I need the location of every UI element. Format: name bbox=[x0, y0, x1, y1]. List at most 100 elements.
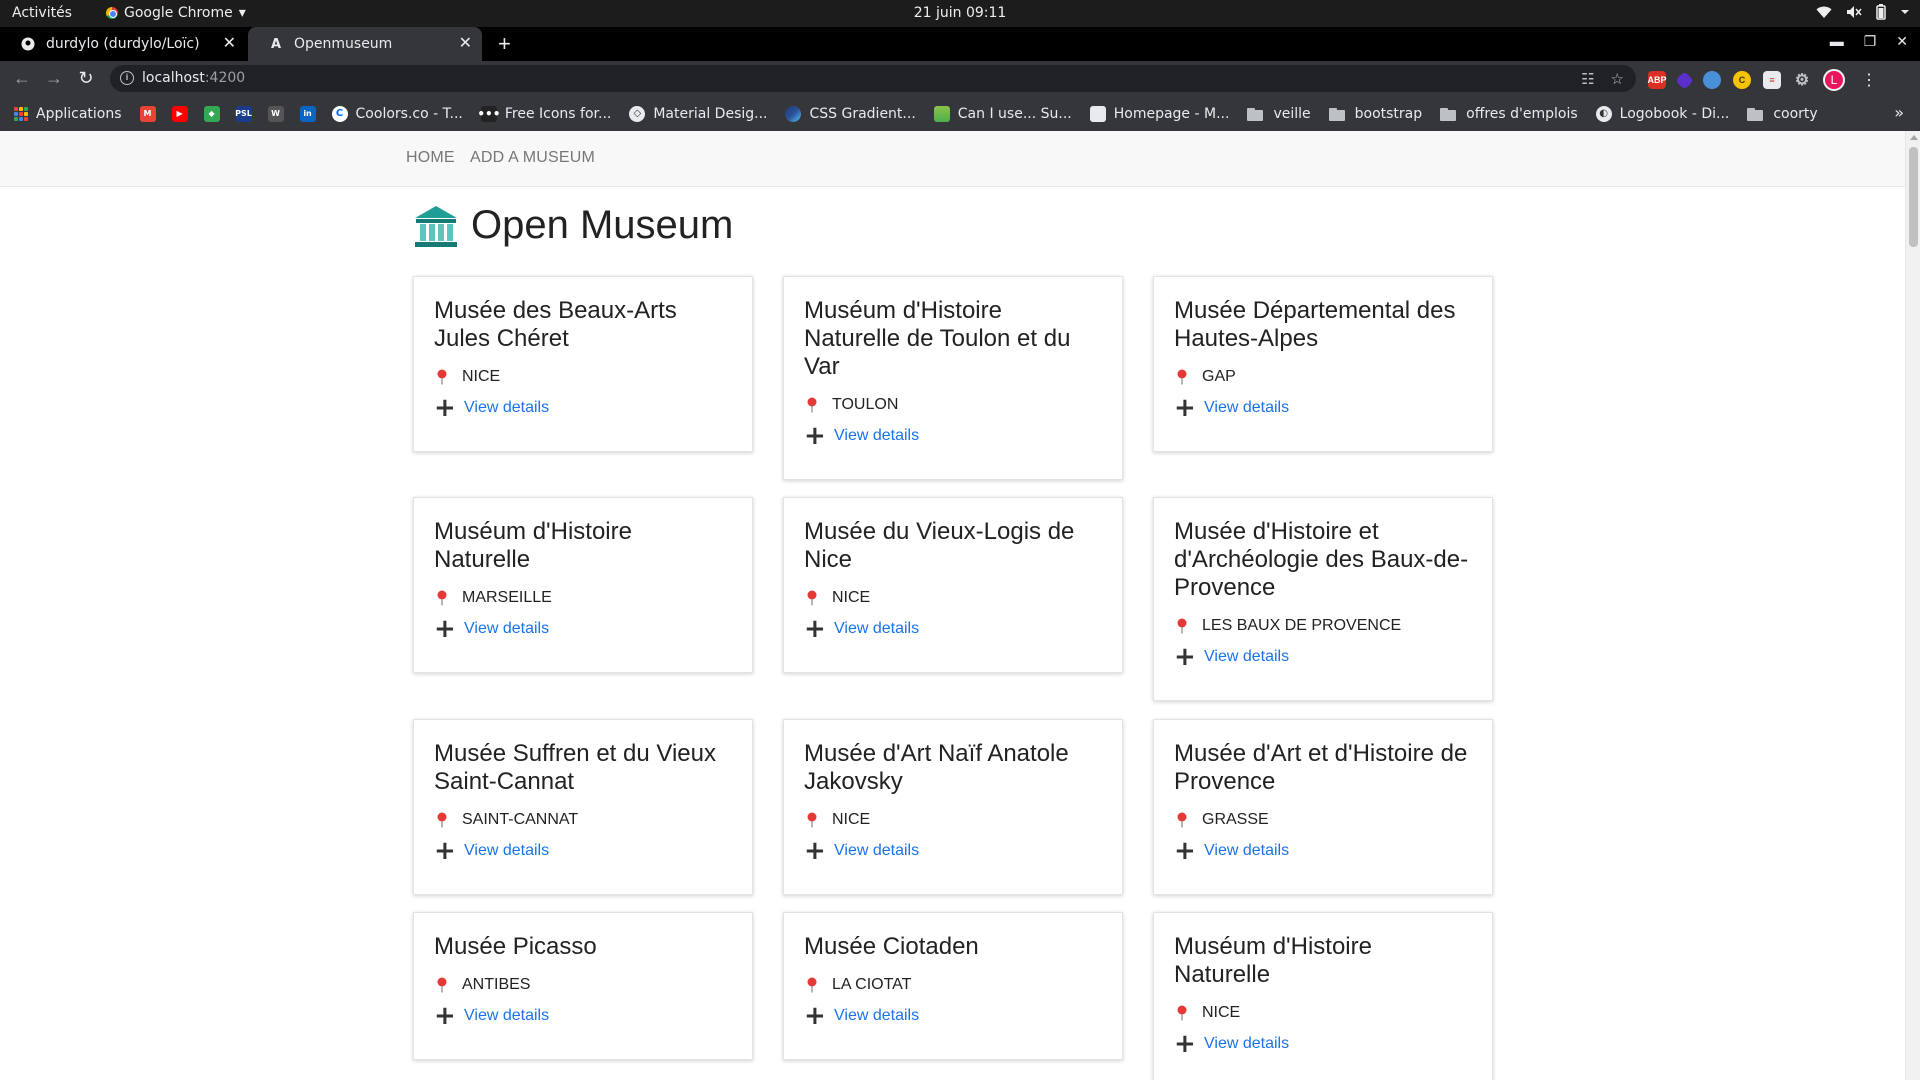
view-details-row: + View details bbox=[804, 616, 1102, 642]
css-gradient-icon bbox=[785, 105, 802, 122]
minimize-icon[interactable]: ▬ bbox=[1830, 33, 1844, 50]
scroll-up-arrow-icon[interactable] bbox=[1910, 135, 1918, 140]
tab-title: Openmuseum bbox=[294, 36, 393, 52]
w3-icon[interactable]: W bbox=[267, 105, 284, 122]
view-details-link[interactable]: View details bbox=[1204, 399, 1289, 417]
address-bar[interactable]: i localhost:4200 ☷ ☆ bbox=[110, 65, 1636, 92]
nav-home-link[interactable]: HOME bbox=[406, 149, 455, 167]
bookmark-coolors[interactable]: C Coolors.co - T... bbox=[331, 105, 463, 122]
museum-card: Muséum d'Histoire Naturelle de Toulon et… bbox=[783, 276, 1123, 480]
youtube-icon[interactable]: ▶ bbox=[171, 105, 188, 122]
bookmark-folder-coorty[interactable]: coorty bbox=[1747, 106, 1818, 122]
extension-diamond-icon[interactable] bbox=[1675, 70, 1694, 90]
wifi-icon bbox=[1816, 6, 1832, 18]
maps-icon[interactable]: ◆ bbox=[203, 105, 220, 122]
extensions-puzzle-icon[interactable]: ⚙ bbox=[1793, 71, 1811, 89]
profile-avatar[interactable]: L bbox=[1823, 69, 1845, 91]
close-tab-icon[interactable]: ✕ bbox=[459, 35, 472, 51]
plus-icon: + bbox=[1174, 1029, 1196, 1059]
translate-icon[interactable]: ☷ bbox=[1581, 70, 1594, 88]
tab-github[interactable]: durdylo (durdylo/Loïc) ✕ bbox=[0, 27, 246, 61]
close-window-icon[interactable]: ✕ bbox=[1896, 33, 1908, 50]
museum-city: SAINT-CANNAT bbox=[434, 811, 732, 829]
back-arrow-icon[interactable]: ← bbox=[12, 68, 32, 88]
bookmark-homepage[interactable]: Homepage - M... bbox=[1089, 105, 1229, 122]
view-details-link[interactable]: View details bbox=[1204, 842, 1289, 860]
view-details-link[interactable]: View details bbox=[834, 842, 919, 860]
bookmark-folder-offres[interactable]: offres d'emplois bbox=[1440, 106, 1578, 122]
reload-icon[interactable]: ↻ bbox=[76, 68, 96, 88]
location-pin-icon bbox=[1174, 369, 1190, 385]
bookmark-folder-bootstrap[interactable]: bootstrap bbox=[1328, 106, 1422, 122]
extension-c-icon[interactable]: C bbox=[1733, 71, 1751, 89]
view-details-link[interactable]: View details bbox=[464, 399, 549, 417]
museum-name: Muséum d'Histoire Naturelle de Toulon et… bbox=[804, 297, 1071, 380]
forward-arrow-icon[interactable]: → bbox=[44, 68, 64, 88]
bookmark-material-design[interactable]: ◇ Material Desig... bbox=[629, 105, 767, 122]
museum-city: NICE bbox=[1174, 1004, 1472, 1022]
tab-openmuseum[interactable]: A Openmuseum ✕ bbox=[248, 27, 482, 61]
folder-icon bbox=[1440, 107, 1458, 121]
location-pin-icon bbox=[1174, 618, 1190, 634]
view-details-link[interactable]: View details bbox=[464, 620, 549, 638]
museum-card: Musée Picasso ANTIBES + View details bbox=[413, 912, 753, 1060]
view-details-row: + View details bbox=[804, 1003, 1102, 1029]
volume-muted-icon bbox=[1847, 6, 1862, 18]
plus-icon: + bbox=[434, 1001, 456, 1031]
url-text[interactable]: localhost:4200 bbox=[142, 70, 245, 86]
museum-city: GRASSE bbox=[1174, 811, 1472, 829]
museum-name: Musée d'Histoire et d'Archéologie des Ba… bbox=[1174, 518, 1469, 601]
app-menu[interactable]: Google Chrome ▾ bbox=[106, 5, 246, 21]
activities-button[interactable]: Activités bbox=[12, 5, 72, 21]
view-details-link[interactable]: View details bbox=[464, 1007, 549, 1025]
bookmarks-overflow-icon[interactable]: » bbox=[1894, 103, 1904, 122]
museum-name: Musée Picasso bbox=[434, 933, 597, 960]
view-details-link[interactable]: View details bbox=[834, 427, 919, 445]
location-pin-icon bbox=[804, 590, 820, 606]
bookmark-css-gradient[interactable]: CSS Gradient... bbox=[785, 105, 916, 122]
system-top-bar: Activités Google Chrome ▾ 21 juin 09:11 bbox=[0, 0, 1920, 27]
view-details-link[interactable]: View details bbox=[1204, 648, 1289, 666]
system-tray[interactable] bbox=[1816, 4, 1910, 20]
new-tab-button[interactable]: + bbox=[498, 31, 511, 57]
restore-icon[interactable]: ❐ bbox=[1864, 33, 1877, 50]
museum-city: GAP bbox=[1174, 368, 1472, 386]
bookmark-applications[interactable]: Applications bbox=[14, 106, 122, 122]
bookmark-folder-veille[interactable]: veille bbox=[1247, 106, 1311, 122]
folder-icon bbox=[1328, 107, 1347, 121]
location-pin-icon bbox=[1174, 1005, 1190, 1021]
museum-card: Musée Suffren et du Vieux Saint-Cannat S… bbox=[413, 719, 753, 895]
location-pin-icon bbox=[804, 397, 820, 413]
nav-add-museum-link[interactable]: ADD A MUSEUM bbox=[470, 149, 595, 167]
view-details-link[interactable]: View details bbox=[464, 842, 549, 860]
linkedin-icon[interactable]: in bbox=[299, 105, 316, 122]
museum-card: Muséum d'Histoire Naturelle MARSEILLE + V… bbox=[413, 497, 753, 673]
bookmark-caniuse[interactable]: Can I use... Su... bbox=[933, 105, 1072, 122]
bookmark-logobook[interactable]: ◐ Logobook - Di... bbox=[1595, 105, 1729, 122]
view-details-link[interactable]: View details bbox=[834, 620, 919, 638]
site-info-icon[interactable]: i bbox=[120, 71, 134, 85]
museum-city: ANTIBES bbox=[434, 976, 732, 994]
page-header: Open Museum bbox=[413, 203, 733, 248]
extension-doc-icon[interactable]: ≡ bbox=[1763, 71, 1781, 89]
app-navbar: HOME ADD A MUSEUM bbox=[0, 131, 1905, 187]
gmail-icon[interactable]: M bbox=[139, 105, 156, 122]
folder-icon bbox=[1247, 107, 1265, 121]
scrollbar-thumb[interactable] bbox=[1909, 147, 1918, 247]
bookmark-site-icon[interactable]: PSL bbox=[235, 105, 252, 122]
homepage-icon bbox=[1089, 105, 1106, 122]
view-details-row: + View details bbox=[804, 838, 1102, 864]
view-details-row: + View details bbox=[804, 423, 1102, 449]
close-tab-icon[interactable]: ✕ bbox=[223, 35, 236, 51]
chrome-menu-icon[interactable]: ⋮ bbox=[1861, 70, 1877, 90]
view-details-link[interactable]: View details bbox=[834, 1007, 919, 1025]
extension-globe-icon[interactable] bbox=[1703, 71, 1721, 89]
page-scrollbar[interactable] bbox=[1905, 131, 1920, 1080]
page-title: Open Museum bbox=[471, 203, 734, 247]
view-details-link[interactable]: View details bbox=[1204, 1035, 1289, 1053]
bookmark-star-icon[interactable]: ☆ bbox=[1611, 70, 1624, 88]
system-clock[interactable]: 21 juin 09:11 bbox=[0, 5, 1920, 21]
adblock-plus-icon[interactable]: ABP bbox=[1648, 71, 1667, 89]
bookmark-free-icons[interactable]: ••• Free Icons for... bbox=[477, 105, 611, 122]
bookmarks-bar: Applications M ▶ ◆ PSL W in C Coolors.co… bbox=[0, 96, 1920, 131]
